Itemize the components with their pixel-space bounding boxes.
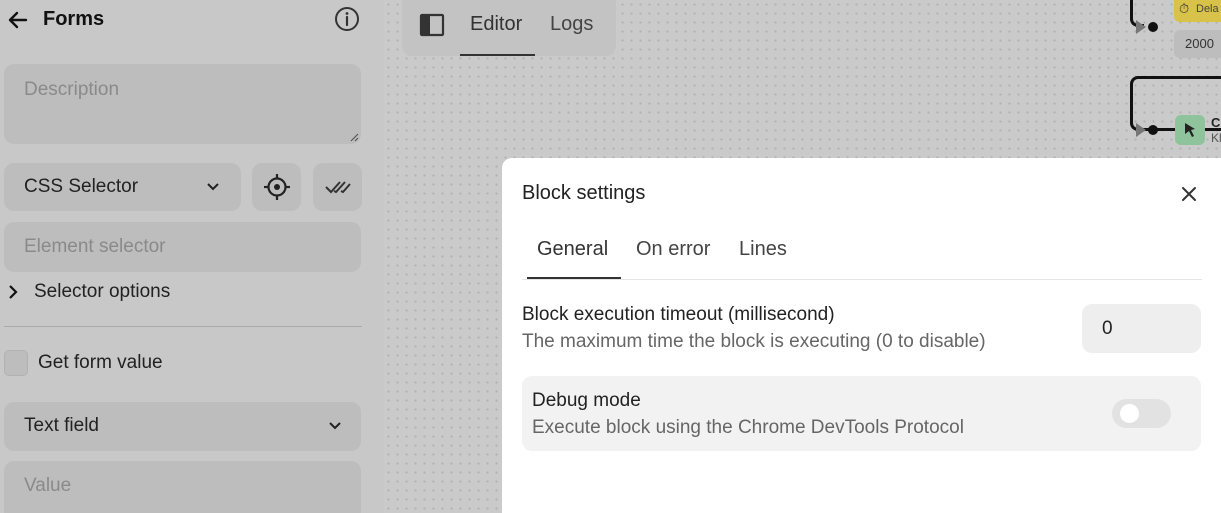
modal-tabs: General On error Lines bbox=[522, 232, 1202, 280]
click-block-icon[interactable] bbox=[1175, 115, 1205, 145]
active-tab-indicator bbox=[460, 54, 535, 56]
connection-endpoint-icon bbox=[1136, 20, 1158, 34]
chevron-right-icon bbox=[9, 285, 18, 299]
editor-topbar: Editor Logs bbox=[402, 0, 616, 56]
selector-type-select[interactable]: CSS Selector bbox=[4, 163, 241, 211]
divider bbox=[4, 326, 362, 327]
chevron-down-icon bbox=[207, 183, 219, 191]
delay-block[interactable]: ⏱ Dela bbox=[1174, 0, 1221, 22]
chevron-down-icon bbox=[329, 422, 341, 430]
debug-mode-row: Debug mode Execute block using the Chrom… bbox=[522, 376, 1201, 451]
selector-type-value: CSS Selector bbox=[24, 176, 139, 197]
field-type-value: Text field bbox=[24, 415, 99, 436]
modal-title: Block settings bbox=[522, 182, 646, 204]
cursor-icon bbox=[1185, 123, 1195, 137]
active-tab-indicator bbox=[527, 277, 621, 279]
timeout-description: The maximum time the block is executing … bbox=[522, 331, 986, 352]
sidebar-title: Forms bbox=[43, 8, 105, 30]
sidebar-toggle-icon[interactable] bbox=[419, 13, 445, 37]
value-placeholder: Value bbox=[24, 475, 72, 496]
element-selector-placeholder: Element selector bbox=[24, 236, 166, 257]
double-check-icon bbox=[325, 181, 351, 194]
element-selector-input[interactable]: Element selector bbox=[4, 222, 361, 272]
crosshair-icon bbox=[264, 174, 290, 200]
block-settings-modal: Block settings General On error Lines Bl… bbox=[502, 158, 1221, 513]
tab-editor[interactable]: Editor bbox=[460, 0, 535, 56]
toggle-knob bbox=[1120, 404, 1139, 423]
close-icon[interactable] bbox=[1179, 184, 1199, 204]
multiple-elements-button[interactable] bbox=[313, 163, 362, 211]
timeout-input[interactable]: 0 bbox=[1082, 304, 1201, 353]
description-textarea[interactable]: Description bbox=[4, 64, 361, 144]
sidebar: Forms Description CSS Selector Element s… bbox=[0, 0, 384, 513]
debug-mode-title: Debug mode bbox=[532, 390, 641, 411]
delay-value: 2000 bbox=[1185, 36, 1214, 51]
timer-icon: ⏱ bbox=[1179, 1, 1190, 16]
timeout-value: 0 bbox=[1102, 318, 1113, 339]
tab-logs-label: Logs bbox=[550, 13, 594, 35]
click-block-title: C bbox=[1211, 115, 1221, 130]
info-icon[interactable] bbox=[334, 6, 360, 32]
delay-block-label: Dela bbox=[1196, 3, 1219, 15]
debug-mode-description: Execute block using the Chrome DevTools … bbox=[532, 417, 964, 438]
value-input[interactable]: Value bbox=[4, 461, 361, 513]
sidebar-header: Forms bbox=[0, 0, 384, 40]
delay-value-input[interactable]: 2000 bbox=[1174, 30, 1221, 58]
tab-general[interactable]: General bbox=[537, 238, 608, 261]
arrow-left-icon[interactable] bbox=[6, 8, 30, 32]
get-form-value-label[interactable]: Get form value bbox=[38, 352, 163, 374]
debug-mode-toggle[interactable] bbox=[1112, 399, 1171, 428]
connection-endpoint-icon bbox=[1136, 123, 1158, 137]
click-block-subtitle: Kl bbox=[1211, 131, 1221, 145]
timeout-title: Block execution timeout (millisecond) bbox=[522, 304, 835, 325]
field-type-select[interactable]: Text field bbox=[4, 402, 361, 451]
selector-options-label: Selector options bbox=[34, 281, 171, 302]
resize-handle-icon[interactable] bbox=[349, 132, 359, 142]
tab-editor-label: Editor bbox=[470, 13, 523, 35]
get-form-value-checkbox[interactable] bbox=[4, 350, 28, 376]
tab-lines[interactable]: Lines bbox=[739, 238, 787, 261]
element-picker-button[interactable] bbox=[252, 163, 301, 211]
description-placeholder: Description bbox=[24, 79, 120, 100]
tab-on-error[interactable]: On error bbox=[636, 238, 710, 261]
